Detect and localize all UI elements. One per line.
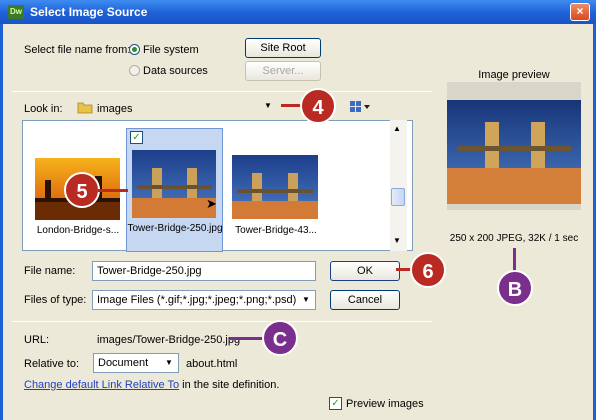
file-name-label: Tower-Bridge-43... [235,225,317,236]
file-item-selected[interactable] [132,150,216,218]
callout-4: 4 [300,88,336,124]
change-default-link[interactable]: Change default Link Relative To [24,379,179,391]
preview-images-label: Preview images [346,398,424,410]
close-button[interactable]: × [570,3,590,21]
look-in-dropdown-icon[interactable]: ▼ [264,101,272,110]
url-value[interactable]: images/Tower-Bridge-250.jpg [97,334,240,346]
files-of-type-label: Files of type: [24,294,87,306]
dreamweaver-app-icon: Dw [8,5,24,19]
relative-to-label: Relative to: [24,358,80,370]
separator-bottom [12,321,432,322]
chevron-down-icon[interactable]: ▼ [161,355,177,371]
file-name-label-field: File name: [24,265,76,277]
change-default-suffix: in the site definition. [179,379,280,391]
file-system-label: File system [143,44,199,56]
data-sources-label: Data sources [143,65,208,77]
separator-top [12,91,432,92]
change-default-line: Change default Link Relative To in the s… [24,379,279,391]
select-from-label: Select file name from: [24,44,131,56]
image-preview-info: 250 x 200 JPEG, 32K / 1 sec [449,233,579,244]
mouse-pointer-icon: ➤ [206,196,217,211]
files-scrollbar[interactable]: ▲ ▼ [390,120,407,251]
preview-images-checkbox[interactable]: ✓ [329,397,342,410]
relative-to-select[interactable]: Document ▼ [93,353,179,373]
image-preview-frame [447,82,581,210]
scroll-up-icon[interactable]: ▲ [393,124,401,133]
relative-to-value: Document [98,357,149,369]
folder-icon [77,100,93,114]
scroll-thumb[interactable] [391,188,405,206]
file-name-label-selected: Tower-Bridge-250.jpg [127,223,223,234]
callout-arrow-5 [98,189,128,192]
window-title: Select Image Source [30,5,148,19]
callout-6: 6 [410,252,446,288]
chevron-down-icon[interactable]: ▼ [298,292,314,308]
thumbnails-view-icon[interactable] [348,98,372,116]
server-button[interactable]: Server... [245,61,321,81]
file-item[interactable] [232,155,318,219]
data-sources-radio[interactable] [129,65,140,76]
relative-file-name: about.html [186,358,238,370]
file-system-radio[interactable] [129,44,140,55]
file-select-checkbox[interactable]: ✓ [130,131,143,144]
file-name-label: London-Bridge-s... [36,225,120,236]
ok-button[interactable]: OK [330,261,400,281]
image-preview-title: Image preview [478,69,550,81]
file-name-input[interactable]: Tower-Bridge-250.jpg [92,261,316,281]
files-of-type-select[interactable]: Image Files (*.gif;*.jpg;*.jpeg;*.png;*.… [92,290,316,310]
cancel-button[interactable]: Cancel [330,290,400,310]
callout-b: B [497,270,533,306]
callout-arrow-c [230,337,264,340]
look-in-value[interactable]: images [97,103,132,115]
files-of-type-value: Image Files (*.gif;*.jpg;*.jpeg;*.png;*.… [97,294,297,306]
look-in-label: Look in: [24,103,63,115]
callout-c: C [262,320,298,356]
site-root-button[interactable]: Site Root [245,38,321,58]
tower-bridge-preview-image [447,100,581,204]
callout-arrow-b [513,248,516,272]
callout-5: 5 [64,172,100,208]
scroll-down-icon[interactable]: ▼ [393,236,401,245]
title-bar: Dw Select Image Source × [0,0,596,24]
url-label: URL: [24,334,50,346]
